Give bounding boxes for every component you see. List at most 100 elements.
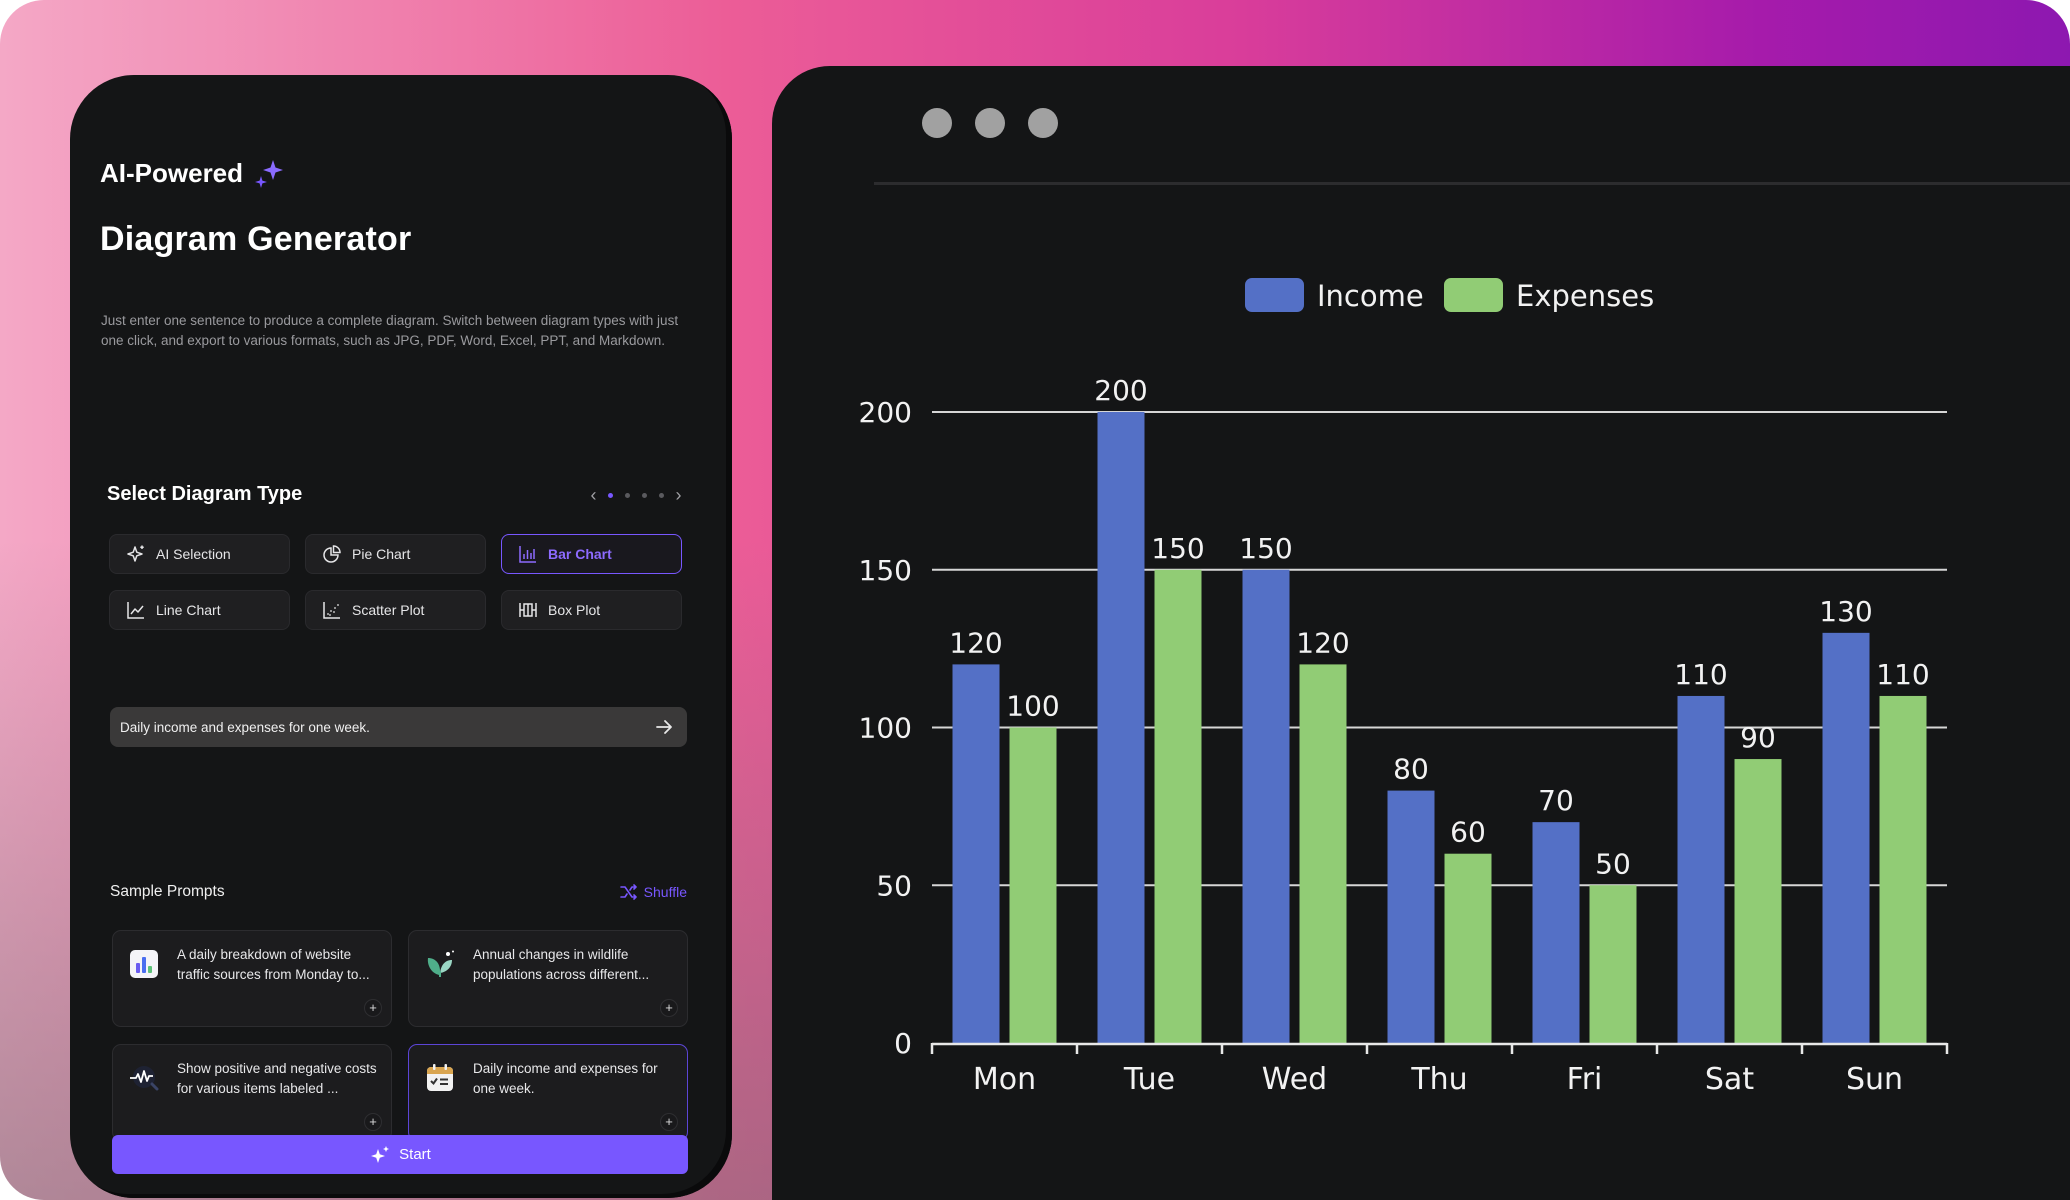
type-pie-chart-button[interactable]: Pie Chart: [305, 534, 486, 574]
type-label: Pie Chart: [352, 546, 411, 562]
diagram-type-pager: ‹ ›: [585, 483, 687, 507]
plus-icon[interactable]: +: [364, 1113, 382, 1131]
sparkle-icon: [371, 1145, 390, 1163]
bar-expenses: [1444, 853, 1492, 1043]
leaf-icon: [427, 950, 454, 977]
bar-income: [1822, 632, 1870, 1043]
chart-x-axis: Mon Tue Wed Thu Fri Sat Sun: [930, 1042, 1949, 1097]
sparkle-icon: [255, 160, 284, 188]
page-title: Diagram Generator: [100, 220, 412, 258]
type-label: Bar Chart: [548, 546, 612, 562]
prompt-input[interactable]: [120, 719, 653, 735]
start-button[interactable]: Start: [112, 1135, 688, 1174]
x-tick-label: Mon: [973, 1062, 1036, 1097]
chart-data-labels: 120100200150 1501208060705011090130110: [949, 374, 1929, 880]
start-label: Start: [399, 1146, 431, 1163]
chart-preview-window: Income Expenses 0 50 100 150 200 120 100 200 150…: [772, 66, 2070, 1200]
line-chart-icon: [127, 602, 144, 619]
waveform-search-icon: [130, 1066, 159, 1091]
legend-swatch-income: [1245, 278, 1304, 312]
chevron-left-icon[interactable]: ‹: [585, 485, 602, 506]
shuffle-label: Shuffle: [643, 884, 687, 900]
pager-dot[interactable]: [642, 492, 647, 498]
sample-prompt-text: Daily income and expenses for one week.: [473, 1061, 658, 1096]
scatter-plot-icon: [323, 602, 340, 619]
plus-icon[interactable]: +: [364, 999, 382, 1017]
type-ai-selection-button[interactable]: AI Selection: [109, 534, 290, 574]
pager-dot[interactable]: [659, 492, 664, 498]
bar-expenses: [1154, 569, 1202, 1043]
arrow-right-icon[interactable]: [653, 716, 675, 738]
type-label: Box Plot: [548, 602, 601, 618]
bar-income: [1387, 790, 1435, 1043]
bar-income: [1532, 822, 1580, 1043]
bar-income: [1097, 412, 1145, 1043]
bar-expenses: [1734, 759, 1782, 1043]
x-tick-label: Fri: [1567, 1062, 1603, 1097]
bar-income: [1242, 569, 1290, 1043]
diagram-generator-panel: AI-Powered Diagram Generator Just enter …: [70, 75, 732, 1198]
sample-prompt-text: Show positive and negative costs for var…: [177, 1061, 377, 1096]
description-text: Just enter one sentence to produce a com…: [101, 313, 679, 348]
bar-expenses: [1879, 695, 1927, 1043]
ai-powered-heading: AI-Powered: [100, 157, 285, 189]
bar-income: [1677, 695, 1725, 1043]
data-label: 90: [1740, 721, 1776, 754]
ai-powered-label: AI-Powered: [100, 157, 244, 188]
data-label: 70: [1538, 784, 1574, 817]
x-tick-label: Tue: [1123, 1062, 1175, 1097]
y-tick-label: 150: [859, 554, 912, 587]
y-tick-label: 50: [876, 869, 912, 902]
bar-expenses: [1009, 727, 1057, 1043]
type-label: AI Selection: [156, 546, 231, 562]
legend-label: Income: [1317, 279, 1424, 313]
plus-icon[interactable]: +: [660, 1113, 678, 1131]
sample-prompt-text: Annual changes in wildlife populations a…: [473, 947, 650, 982]
shuffle-icon: [619, 884, 637, 900]
shuffle-button[interactable]: Shuffle: [619, 882, 687, 902]
data-label: 110: [1674, 658, 1727, 691]
y-tick-label: 0: [894, 1027, 912, 1060]
sparkle-icon: [127, 545, 144, 562]
bar-chart-app-icon: [130, 950, 158, 978]
data-label: 150: [1239, 532, 1292, 565]
pie-chart-icon: [323, 545, 341, 563]
bar-expenses: [1299, 664, 1347, 1043]
data-label: 80: [1393, 753, 1429, 786]
data-label: 50: [1595, 847, 1631, 880]
type-box-plot-button[interactable]: Box Plot: [501, 590, 682, 630]
bar-expenses: [1589, 885, 1637, 1043]
sample-prompt-card[interactable]: Show positive and negative costs for var…: [112, 1044, 392, 1141]
sample-prompt-card[interactable]: A daily breakdown of website traffic sou…: [112, 930, 392, 1027]
sample-prompt-card[interactable]: Annual changes in wildlife populations a…: [408, 930, 688, 1027]
type-scatter-plot-button[interactable]: Scatter Plot: [305, 590, 486, 630]
legend-label: Expenses: [1516, 279, 1654, 313]
pager-dot[interactable]: [625, 492, 630, 498]
bar-chart: Income Expenses 050100150200 120100200150…: [859, 278, 1949, 1097]
type-label: Line Chart: [156, 602, 221, 618]
plus-icon[interactable]: +: [660, 999, 678, 1017]
y-tick-label: 100: [859, 712, 912, 745]
calendar-checklist-icon: [427, 1064, 453, 1091]
prompt-input-field: [110, 707, 687, 747]
sample-prompt-text: A daily breakdown of website traffic sou…: [177, 947, 370, 982]
type-bar-chart-button[interactable]: Bar Chart: [501, 534, 682, 574]
x-tick-label: Thu: [1410, 1062, 1467, 1097]
data-label: 110: [1876, 658, 1929, 691]
type-line-chart-button[interactable]: Line Chart: [109, 590, 290, 630]
sample-prompt-card[interactable]: Daily income and expenses for one week. …: [408, 1044, 688, 1141]
data-label: 150: [1151, 532, 1204, 565]
chevron-right-icon[interactable]: ›: [670, 485, 687, 506]
data-label: 60: [1450, 816, 1486, 849]
bar-income: [952, 664, 1000, 1043]
pager-dot[interactable]: [608, 492, 613, 498]
data-label: 130: [1819, 595, 1872, 628]
type-label: Scatter Plot: [352, 602, 425, 618]
bar-chart-icon: [519, 546, 536, 563]
diagram-type-grid: AI Selection Pie Chart Bar Chart Line Ch…: [109, 534, 682, 630]
data-label: 100: [1006, 690, 1059, 723]
data-label: 120: [949, 626, 1002, 659]
sample-prompts-heading: Sample Prompts: [110, 883, 225, 900]
chart-legend: Income Expenses: [1245, 278, 1654, 313]
x-tick-label: Sat: [1705, 1062, 1754, 1097]
